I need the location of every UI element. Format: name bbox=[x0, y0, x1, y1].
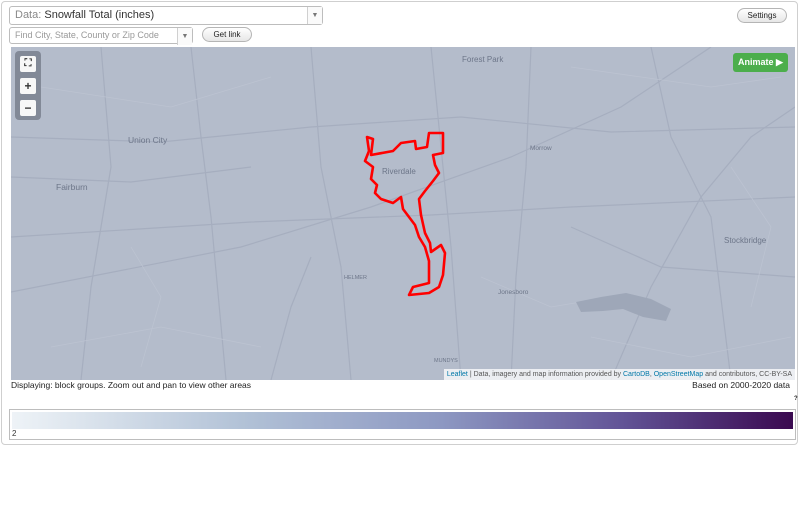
location-search-input[interactable]: Find City, State, County or Zip Code ▼ bbox=[9, 27, 193, 45]
legend-help-link[interactable]: ? bbox=[794, 396, 798, 402]
legend-min-label: 2 bbox=[12, 429, 17, 438]
legend-gradient-bar bbox=[12, 412, 793, 429]
zoom-out-button[interactable]: − bbox=[20, 100, 36, 116]
map-label-union-city: Union City bbox=[128, 135, 168, 145]
openstreetmap-link[interactable]: OpenStreetMap bbox=[654, 371, 703, 378]
get-link-button[interactable]: Get link bbox=[202, 27, 252, 42]
map-label-fairburn: Fairburn bbox=[56, 182, 88, 192]
display-caption: Displaying: block groups. Zoom out and p… bbox=[11, 380, 252, 390]
chevron-down-icon[interactable]: ▼ bbox=[177, 28, 192, 45]
attribution-text: | Data, imagery and map information prov… bbox=[467, 371, 623, 378]
map-view[interactable]: Forest Park Union City Fairburn Riverdal… bbox=[11, 47, 795, 380]
fullscreen-icon[interactable]: ⛶ bbox=[20, 56, 36, 72]
data-range-caption: Based on 2000-2020 data bbox=[692, 380, 790, 390]
map-label-riverdale: Riverdale bbox=[382, 167, 416, 176]
map-panel: Data: Snowfall Total (inches) ▼ Settings… bbox=[1, 1, 798, 445]
cartodb-link[interactable]: CartoDB bbox=[623, 371, 650, 378]
lake-shape bbox=[576, 293, 671, 321]
road-network bbox=[11, 47, 795, 380]
map-label-forest-park: Forest Park bbox=[462, 55, 504, 64]
map-label-helmer: HELMER bbox=[344, 275, 367, 281]
data-select-value: Snowfall Total (inches) bbox=[44, 9, 155, 21]
map-label-stockbridge: Stockbridge bbox=[724, 236, 767, 245]
data-select-prefix: Data: bbox=[15, 9, 42, 21]
location-search-placeholder: Find City, State, County or Zip Code bbox=[15, 30, 159, 40]
animate-button[interactable]: Animate ▶ bbox=[733, 53, 788, 72]
color-legend: 2 bbox=[9, 409, 796, 440]
map-label-mundys: MUNDYS bbox=[434, 358, 458, 364]
map-label-jonesboro: Jonesboro bbox=[498, 289, 529, 296]
leaflet-link[interactable]: Leaflet bbox=[447, 371, 468, 378]
zoom-control: ⛶ + − bbox=[15, 51, 41, 120]
chevron-down-icon[interactable]: ▼ bbox=[307, 7, 322, 24]
settings-button[interactable]: Settings bbox=[737, 8, 787, 23]
zoom-in-button[interactable]: + bbox=[20, 78, 36, 94]
place-boundary-outline bbox=[363, 131, 447, 297]
map-base-layer bbox=[11, 47, 795, 380]
map-label-morrow: Morrow bbox=[530, 145, 552, 152]
data-select[interactable]: Data: Snowfall Total (inches) ▼ bbox=[9, 6, 323, 25]
attribution-license: and contributors, CC-BY-SA bbox=[703, 371, 792, 378]
minor-roads bbox=[40, 66, 792, 368]
map-attribution: Leaflet | Data, imagery and map informat… bbox=[443, 369, 795, 380]
